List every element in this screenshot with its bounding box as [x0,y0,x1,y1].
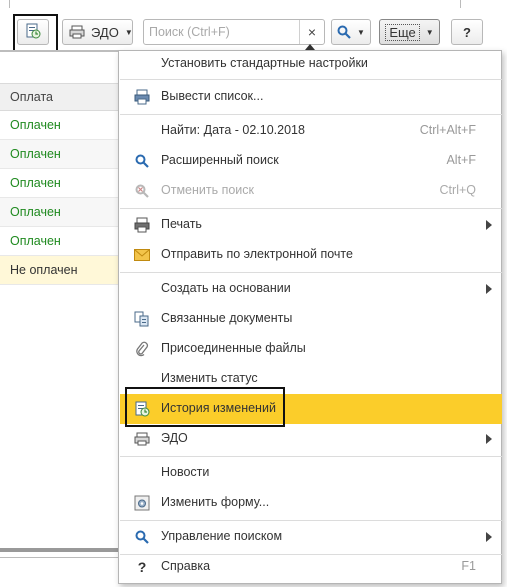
menu-separator [120,456,502,457]
menu-item-label: Справка [161,559,211,573]
chevron-down-icon: ▼ [124,27,133,37]
menu-item-set-default-settings[interactable]: Установить стандартные настройки [120,49,502,79]
cancel-search-icon [134,183,150,199]
menu-separator [120,272,502,273]
edo-button[interactable]: ЭДО ▼ [62,19,133,45]
chevron-right-icon [486,434,492,444]
menu-item-label: Новости [161,465,210,479]
history-button-highlight [13,14,58,52]
menu-item-label: Создать на основании [161,281,291,295]
chevron-right-icon [486,284,492,294]
menu-item-label: Изменить статус [161,371,258,385]
printer-icon [134,217,150,233]
close-icon: × [307,24,317,40]
menu-item-label: Печать [161,217,202,231]
menu-item-shortcut: Alt+F [446,153,476,167]
more-button-label: Еще [385,23,420,41]
help-icon: ? [137,559,147,575]
edo-icon [134,431,150,447]
menu-separator [120,79,502,80]
more-button[interactable]: Еще ▼ [379,19,440,45]
table-row[interactable]: Оплачен [0,198,118,227]
history-item-highlight [125,387,285,427]
divider [0,557,118,558]
menu-item-label: Найти: Дата - 02.10.2018 [161,123,305,137]
more-menu: Установить стандартные настройки Вывести… [118,50,502,584]
menu-item-label: Отправить по электронной почте [161,247,353,261]
menu-item-news[interactable]: Новости [120,458,502,488]
menu-item-help[interactable]: ? Справка F1 [120,552,502,582]
table-row[interactable]: Оплачен [0,169,118,198]
menu-separator [120,520,502,521]
table-row[interactable]: Не оплачен [0,256,118,285]
menu-item-label: Вывести список... [161,89,264,103]
menu-item-label: Связанные документы [161,311,293,325]
chevron-right-icon [486,220,492,230]
table-top-border [0,50,118,52]
chevron-down-icon: ▼ [357,27,365,37]
search-options-button[interactable]: ▼ [331,19,371,45]
menu-item-label: Установить стандартные настройки [161,56,368,70]
menu-item-shortcut: F1 [461,559,476,573]
menu-item-send-email[interactable]: Отправить по электронной почте [120,240,502,270]
printer-list-icon [134,89,150,105]
menu-item-output-list[interactable]: Вывести список... [120,82,502,112]
search-box: × [143,19,325,45]
search-icon [134,153,150,169]
menu-item-label: Расширенный поиск [161,153,279,167]
linked-documents-icon [134,311,150,327]
menu-item-find-by-date[interactable]: Найти: Дата - 02.10.2018 Ctrl+Alt+F [120,116,502,146]
menu-item-label: Изменить форму... [161,495,270,509]
menu-item-edo[interactable]: ЭДО [120,424,502,454]
toolbar-divider [460,0,461,8]
edo-button-label: ЭДО [91,24,119,40]
edo-icon [69,25,85,39]
menu-item-search-management[interactable]: Управление поиском [120,522,502,552]
menu-item-label: Присоединенные файлы [161,341,306,355]
menu-item-label: ЭДО [161,431,188,445]
search-icon [134,529,150,545]
menu-item-attached-files[interactable]: Присоединенные файлы [120,334,502,364]
table-row[interactable]: Оплачен [0,140,118,169]
documents-table: Оплата Оплачен Оплачен Оплачен Оплачен О… [0,50,118,587]
help-button[interactable]: ? [451,19,483,45]
menu-item-cancel-search[interactable]: Отменить поиск Ctrl+Q [120,176,502,206]
toolbar: ЭДО ▼ × ▼ Еще ▼ ? [0,0,507,52]
menu-item-print[interactable]: Печать [120,210,502,240]
table-row[interactable]: Оплачен [0,227,118,256]
menu-item-linked-documents[interactable]: Связанные документы [120,304,502,334]
menu-item-create-based-on[interactable]: Создать на основании [120,274,502,304]
menu-separator [120,208,502,209]
chevron-down-icon: ▼ [425,27,434,37]
clear-search-button[interactable]: × [299,20,324,44]
help-button-label: ? [463,24,471,40]
menu-item-change-form[interactable]: Изменить форму... [120,488,502,518]
column-header-payment[interactable]: Оплата [0,83,118,111]
search-icon [337,25,351,39]
toolbar-divider [9,0,10,8]
paperclip-icon [134,341,150,357]
form-settings-icon [134,495,150,511]
menu-item-advanced-search[interactable]: Расширенный поиск Alt+F [120,146,502,176]
menu-item-label: Отменить поиск [161,183,255,197]
table-row[interactable]: Оплачен [0,111,118,140]
envelope-icon [134,247,150,263]
table-scrollbar[interactable] [0,548,118,552]
menu-item-shortcut: Ctrl+Q [439,183,476,197]
menu-separator [120,114,502,115]
search-input[interactable] [144,20,300,44]
menu-item-shortcut: Ctrl+Alt+F [419,123,476,137]
menu-item-label: Управление поиском [161,529,283,543]
chevron-right-icon [486,532,492,542]
